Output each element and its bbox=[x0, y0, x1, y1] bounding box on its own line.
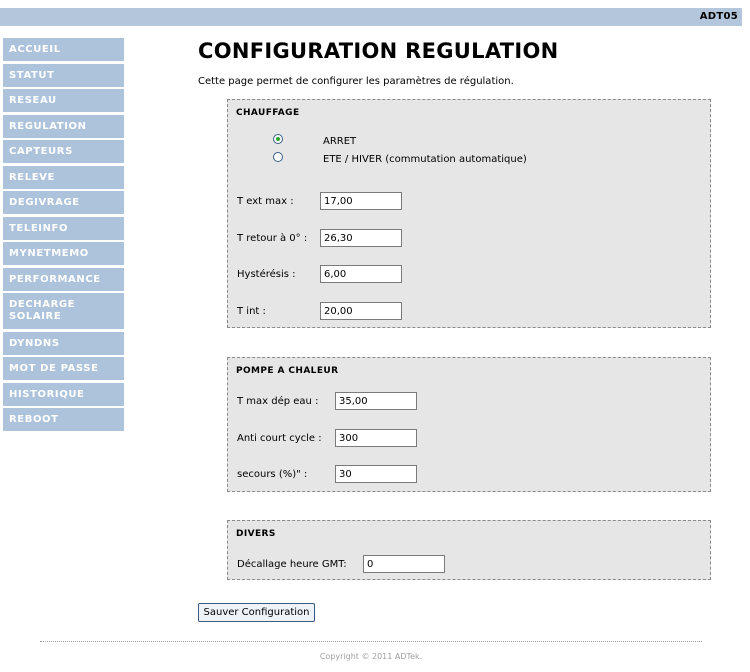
anti-court-cycle-input[interactable] bbox=[335, 429, 417, 447]
pompe-section: POMPE A CHALEUR T max dép eau : Anti cou… bbox=[227, 357, 711, 492]
secours-input[interactable] bbox=[335, 465, 417, 483]
divers-legend: DIVERS bbox=[236, 529, 276, 539]
sidebar-item-mot-de-passe[interactable]: MOT DE PASSE bbox=[3, 357, 124, 380]
chauffage-legend: CHAUFFAGE bbox=[236, 108, 300, 118]
footer-divider bbox=[40, 641, 702, 642]
mode-ete-hiver-label: ETE / HIVER (commutation automatique) bbox=[323, 154, 527, 165]
sidebar: ACCUEIL STATUT RESEAU REGULATION CAPTEUR… bbox=[3, 38, 124, 434]
sidebar-item-statut[interactable]: STATUT bbox=[3, 63, 124, 87]
t-retour-label: T retour à 0° : bbox=[237, 233, 308, 244]
top-bar: ADT05 bbox=[0, 8, 742, 26]
t-int-input[interactable] bbox=[320, 302, 402, 320]
sidebar-item-reboot[interactable]: REBOOT bbox=[3, 408, 124, 431]
secours-label: secours (%)" : bbox=[237, 469, 308, 480]
mode-arret-radio[interactable] bbox=[273, 134, 283, 144]
sidebar-item-teleinfo[interactable]: TELEINFO bbox=[3, 216, 124, 240]
t-max-dep-eau-label: T max dép eau : bbox=[237, 396, 319, 407]
sidebar-item-accueil[interactable]: ACCUEIL bbox=[3, 38, 124, 61]
footer-copyright: Copyright © 2011 ADTek. bbox=[319, 652, 423, 661]
page-intro: Cette page permet de configurer les para… bbox=[198, 76, 514, 87]
gmt-offset-input[interactable] bbox=[363, 555, 445, 573]
sidebar-item-reseau[interactable]: RESEAU bbox=[3, 89, 124, 112]
page-title: CONFIGURATION REGULATION bbox=[198, 39, 559, 63]
sidebar-item-degivrage[interactable]: DEGIVRAGE bbox=[3, 191, 124, 214]
divers-section: DIVERS Décallage heure GMT: bbox=[227, 520, 711, 580]
hysteresis-label: Hystérésis : bbox=[237, 269, 296, 280]
sidebar-item-capteurs[interactable]: CAPTEURS bbox=[3, 140, 124, 163]
gmt-offset-label: Décallage heure GMT: bbox=[237, 559, 347, 570]
sidebar-item-historique[interactable]: HISTORIQUE bbox=[3, 382, 124, 406]
sidebar-item-releve[interactable]: RELEVE bbox=[3, 165, 124, 189]
pompe-legend: POMPE A CHALEUR bbox=[236, 366, 339, 376]
t-max-dep-eau-input[interactable] bbox=[335, 392, 417, 410]
save-configuration-button[interactable]: Sauver Configuration bbox=[198, 603, 315, 622]
hysteresis-input[interactable] bbox=[320, 265, 402, 283]
t-int-label: T int : bbox=[237, 306, 266, 317]
mode-arret-label: ARRET bbox=[323, 136, 357, 147]
sidebar-item-dyndns[interactable]: DYNDNS bbox=[3, 331, 124, 355]
t-ext-max-label: T ext max : bbox=[237, 196, 294, 207]
anti-court-cycle-label: Anti court cycle : bbox=[237, 433, 322, 444]
t-retour-input[interactable] bbox=[320, 229, 402, 247]
sidebar-item-decharge-solaire[interactable]: DECHARGE SOLAIRE bbox=[3, 293, 124, 329]
sidebar-item-regulation[interactable]: REGULATION bbox=[3, 114, 124, 138]
t-ext-max-input[interactable] bbox=[320, 192, 402, 210]
sidebar-item-mynetmemo[interactable]: MYNETMEMO bbox=[3, 242, 124, 265]
sidebar-item-performance[interactable]: PERFORMANCE bbox=[3, 267, 124, 291]
device-name: ADT05 bbox=[699, 11, 738, 22]
mode-ete-hiver-radio[interactable] bbox=[273, 152, 283, 162]
chauffage-section: CHAUFFAGE ARRET ETE / HIVER (commutation… bbox=[227, 99, 711, 328]
